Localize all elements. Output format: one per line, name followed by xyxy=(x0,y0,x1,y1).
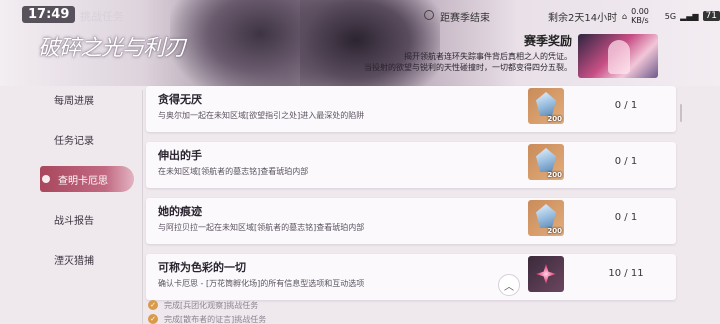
quest-progress: 0 / 1 xyxy=(614,156,638,167)
quest-progress: 0 / 1 xyxy=(614,100,638,111)
quest-item[interactable]: 她的痕迹 与阿拉贝拉一起在未知区域[领航者的墓志铭]查看琥珀内部 200 0 /… xyxy=(146,198,676,244)
logo-text: 破碎之光与利刃 xyxy=(38,36,186,61)
sub-task-label: 完成[兵团化观察]挑战任务 xyxy=(164,300,259,310)
quest-title: 贪得无厌 xyxy=(158,93,202,106)
clock-icon xyxy=(424,10,434,20)
page-title: 挑战任务 xyxy=(80,10,124,23)
check-icon: ✓ xyxy=(148,300,158,310)
reward-crystal[interactable]: 200 xyxy=(528,200,564,236)
battery-level: 71 xyxy=(702,11,720,21)
sub-task-item: ✓ 完成[散布者的证言]挑战任务 xyxy=(148,312,266,324)
sidebar-item-battle-report[interactable]: 战斗报告 xyxy=(40,206,140,232)
quest-item[interactable]: 可称为色彩的一切 确认卡厄思 - [万花筒孵化场]的所有信息型选项和互动选项 ︿… xyxy=(146,254,676,300)
gem-icon xyxy=(536,264,556,284)
crystal-icon xyxy=(536,148,556,172)
season-end-label: 距赛季结束 xyxy=(440,13,490,24)
sub-task-list: ✓ 完成[兵团化观察]挑战任务 ✓ 完成[散布者的证言]挑战任务 xyxy=(148,298,266,324)
event-logo: 破碎之光与利刃 xyxy=(38,30,198,80)
quest-desc: 与奥尔加一起在未知区域[欲望指引之处]进入最深处的陷阱 xyxy=(158,111,365,120)
sidebar-item-label: 湮灭猎捕 xyxy=(54,255,94,267)
sidebar-item-mission-log[interactable]: 任务记录 xyxy=(40,126,140,152)
season-desc-line1: 揭开领航者连环失踪事件背后真相之人的凭证。 xyxy=(404,52,572,61)
home-icon: ⌂ xyxy=(622,11,628,21)
reward-crystal[interactable]: 200 xyxy=(528,144,564,180)
sub-task-item: ✓ 完成[兵团化观察]挑战任务 xyxy=(148,298,266,312)
status-bar: 17:49 挑战任务 距赛季结束 剩余2天14小时 ⌂ 0.00 KB/s 5G… xyxy=(0,0,720,30)
quest-title: 可称为色彩的一切 xyxy=(158,261,246,274)
reward-qty: 200 xyxy=(547,227,562,235)
quest-desc: 确认卡厄思 - [万花筒孵化场]的所有信息型选项和互动选项 xyxy=(158,279,365,288)
clock: 17:49 xyxy=(22,6,76,23)
sidebar-item-label: 战斗报告 xyxy=(54,215,94,227)
sidebar-item-annihilation-hunt[interactable]: 湮灭猎捕 xyxy=(40,246,140,272)
sidebar-item-label: 任务记录 xyxy=(54,135,94,147)
sidebar-divider xyxy=(142,90,143,324)
season-title: 赛季奖励 xyxy=(523,34,572,48)
reward-crystal[interactable]: 200 xyxy=(528,88,564,124)
system-icons: ⌂ 0.00 KB/s 5G ▂▄▆ 71 xyxy=(622,7,720,25)
quest-progress: 10 / 11 xyxy=(608,268,644,279)
quest-list: 贪得无厌 与奥尔加一起在未知区域[欲望指引之处]进入最深处的陷阱 200 0 /… xyxy=(146,86,676,310)
season-reward-art[interactable] xyxy=(578,34,658,78)
season-desc-line2: 当投射的欲望与锐利的天性碰撞时，一切都变得四分五裂。 xyxy=(364,63,572,72)
signal-icon: ▂▄▆ xyxy=(680,11,699,21)
sidebar-item-investigate-chaos[interactable]: 查明卡厄思 xyxy=(40,166,134,192)
crystal-icon xyxy=(536,92,556,116)
season-reward-info: 赛季奖励 揭开领航者连环失踪事件背后真相之人的凭证。 当投射的欲望与锐利的天性碰… xyxy=(340,32,572,73)
reward-qty: 200 xyxy=(547,171,562,179)
network-speed: 0.00 KB/s xyxy=(631,7,649,25)
quest-progress: 0 / 1 xyxy=(614,212,638,223)
quest-title: 伸出的手 xyxy=(158,149,202,162)
sidebar-item-label: 每周进展 xyxy=(54,95,94,107)
scrollbar[interactable] xyxy=(680,104,682,122)
check-icon: ✓ xyxy=(148,314,158,324)
quest-title: 她的痕迹 xyxy=(158,205,202,218)
reward-qty: 200 xyxy=(547,115,562,123)
quest-item[interactable]: 贪得无厌 与奥尔加一起在未知区域[欲望指引之处]进入最深处的陷阱 200 0 /… xyxy=(146,86,676,132)
quest-desc: 与阿拉贝拉一起在未知区域[领航者的墓志铭]查看琥珀内部 xyxy=(158,223,365,232)
reward-rose-gem[interactable] xyxy=(528,256,564,292)
sidebar-item-label: 查明卡厄思 xyxy=(58,175,108,187)
quest-item[interactable]: 伸出的手 在未知区域[领航者的墓志铭]查看琥珀内部 200 0 / 1 xyxy=(146,142,676,188)
sub-task-label: 完成[散布者的证言]挑战任务 xyxy=(164,314,267,324)
sidebar: 每周进展 任务记录 查明卡厄思 战斗报告 湮灭猎捕 xyxy=(40,86,140,286)
chevron-up-icon[interactable]: ︿ xyxy=(498,274,520,296)
remaining-time: 剩余2天14小时 xyxy=(548,13,618,24)
sidebar-item-weekly-progress[interactable]: 每周进展 xyxy=(40,86,140,112)
signal-label: 5G xyxy=(664,11,677,21)
crystal-icon xyxy=(536,204,556,228)
quest-desc: 在未知区域[领航者的墓志铭]查看琥珀内部 xyxy=(158,167,309,176)
character-art xyxy=(608,40,630,74)
